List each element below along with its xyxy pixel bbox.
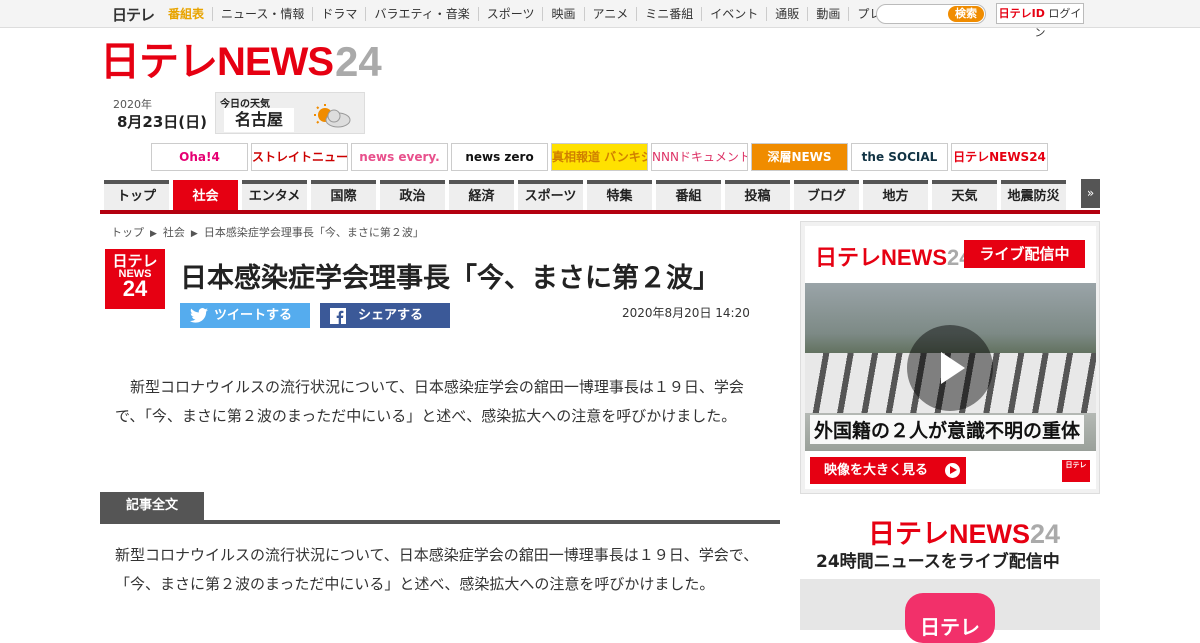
program-banner[interactable]: news zero bbox=[451, 143, 548, 171]
full-text-tab[interactable]: 記事全文 bbox=[100, 492, 204, 520]
nav-more-button[interactable]: » bbox=[1081, 179, 1100, 208]
promo-logo-number: 24 bbox=[1030, 519, 1061, 549]
article-body: 新型コロナウイルスの流行状況について、日本感染症学会の舘田一博理事長は１９日、学… bbox=[115, 546, 759, 593]
play-circle-icon bbox=[945, 463, 960, 478]
promo-logo[interactable]: 日テレNEWS24 bbox=[868, 512, 1060, 551]
tab-economy[interactable]: 経済 bbox=[449, 180, 514, 210]
tab-politics[interactable]: 政治 bbox=[380, 180, 445, 210]
watch-large-button[interactable]: 映像を大きく見る bbox=[810, 457, 966, 484]
live-logo: 日テレNEWS24 bbox=[815, 240, 972, 272]
ntv-id-logo: 日テレID bbox=[998, 7, 1045, 20]
publish-date: 2020年8月20日 14:20 bbox=[622, 306, 750, 320]
chevron-right-icon: ▶ bbox=[150, 229, 157, 239]
breadcrumb: トップ ▶ 社会 ▶ 日本感染症学会理事長「今、まさに第２波」 bbox=[111, 224, 424, 240]
article-title: 日本感染症学会理事長「今、まさに第２波」 bbox=[180, 263, 720, 294]
tab-disaster[interactable]: 地震防災 bbox=[1001, 180, 1066, 210]
program-banner[interactable]: ストレイトニュース bbox=[251, 143, 348, 171]
app-icon[interactable]: 日テレ bbox=[905, 593, 995, 643]
weather-widget[interactable]: 今日の天気 名古屋 bbox=[215, 92, 365, 134]
global-nav-item[interactable]: ミニ番組 bbox=[636, 7, 701, 21]
tab-sports[interactable]: スポーツ bbox=[518, 180, 583, 210]
nav-divider bbox=[100, 210, 1100, 214]
global-nav-item[interactable]: ドラマ bbox=[312, 7, 365, 21]
global-nav: 番組表 ニュース・情報 ドラマ バラエティ・音楽 スポーツ 映画 アニメ ミニ番… bbox=[160, 0, 925, 28]
tab-weather[interactable]: 天気 bbox=[932, 180, 997, 210]
full-text-divider bbox=[100, 520, 780, 524]
tab-entertainment[interactable]: エンタメ bbox=[242, 180, 307, 210]
global-nav-item[interactable]: 動画 bbox=[807, 7, 848, 21]
tab-programs[interactable]: 番組 bbox=[656, 180, 721, 210]
current-date: 8月23日(日) bbox=[117, 113, 208, 131]
weather-city: 名古屋 bbox=[224, 108, 294, 132]
ntv-small-logo: 日テレ bbox=[1062, 460, 1090, 482]
live-logo-text: 日テレNEWS bbox=[815, 245, 948, 270]
global-nav-item[interactable]: 映画 bbox=[542, 7, 583, 21]
watch-label: 映像を大きく見る bbox=[824, 463, 929, 478]
facebook-icon bbox=[330, 308, 346, 324]
chevron-right-icon: ▶ bbox=[190, 229, 198, 239]
breadcrumb-item[interactable]: 社会 bbox=[163, 226, 185, 239]
search-button[interactable]: 検索 bbox=[948, 6, 984, 22]
global-nav-item[interactable]: バラエティ・音楽 bbox=[365, 7, 477, 21]
program-banner[interactable]: Oha!4 bbox=[151, 143, 248, 171]
tab-international[interactable]: 国際 bbox=[311, 180, 376, 210]
article-logo-num: 24 bbox=[122, 276, 148, 301]
facebook-share-button[interactable]: シェアする bbox=[320, 303, 450, 328]
tab-blog[interactable]: ブログ bbox=[794, 180, 859, 210]
article-source-logo: 日テレ NEWS 24 bbox=[105, 249, 165, 309]
login-button[interactable]: 日テレID ログイン bbox=[996, 3, 1084, 39]
article-lead: 新型コロナウイルスの流行状況について、日本感染症学会の舘田一博理事長は１９日、学… bbox=[115, 373, 765, 431]
program-banner[interactable]: 真相報道 バンキシャ! bbox=[551, 143, 648, 171]
live-badge: ライブ配信中 bbox=[964, 240, 1085, 268]
current-year: 2020年 bbox=[113, 98, 152, 111]
video-caption: 外国籍の２人が意識不明の重体 bbox=[810, 415, 1085, 444]
app-icon-label: 日テレ bbox=[920, 615, 980, 639]
program-banner[interactable]: NNNドキュメント'20 bbox=[651, 143, 748, 171]
tweet-label: ツイートする bbox=[214, 308, 293, 323]
site-logo[interactable]: 日テレNEWS 24 bbox=[100, 38, 382, 85]
program-banner[interactable]: the SOCIAL bbox=[851, 143, 948, 171]
promo-logo-text: 日テレNEWS bbox=[868, 519, 1030, 549]
breadcrumb-current: 日本感染症学会理事長「今、まさに第２波」 bbox=[203, 226, 424, 239]
global-nav-item[interactable]: 通販 bbox=[766, 7, 807, 21]
promo-subtitle: 24時間ニュースをライブ配信中 bbox=[816, 552, 1060, 572]
article-logo-top: 日テレ bbox=[112, 253, 158, 270]
global-header: 日テレ 番組表 ニュース・情報 ドラマ バラエティ・音楽 スポーツ 映画 アニメ… bbox=[0, 0, 1200, 39]
section-nav: トップ 社会 エンタメ 国際 政治 経済 スポーツ 特集 番組 投稿 ブログ 地… bbox=[104, 180, 1066, 210]
play-icon[interactable] bbox=[907, 325, 993, 411]
program-banner[interactable]: 日テレNEWS24 bbox=[951, 143, 1048, 171]
twitter-icon bbox=[190, 308, 208, 323]
site-logo-text: 日テレNEWS bbox=[100, 40, 334, 84]
sun-cloud-icon bbox=[314, 104, 351, 128]
global-nav-item[interactable]: スポーツ bbox=[477, 7, 543, 21]
tab-submissions[interactable]: 投稿 bbox=[725, 180, 790, 210]
breadcrumb-item[interactable]: トップ bbox=[111, 226, 144, 239]
tab-top[interactable]: トップ bbox=[104, 180, 169, 210]
global-nav-item[interactable]: 番組表 bbox=[160, 7, 212, 21]
share-label: シェアする bbox=[358, 308, 424, 323]
tab-features[interactable]: 特集 bbox=[587, 180, 652, 210]
article-lead-text: 新型コロナウイルスの流行状況について、日本感染症学会の舘田一博理事長は１９日、学… bbox=[115, 378, 744, 425]
tweet-button[interactable]: ツイートする bbox=[180, 303, 310, 328]
program-banner[interactable]: news every. bbox=[351, 143, 448, 171]
site-logo-number: 24 bbox=[335, 38, 382, 85]
program-banner[interactable]: 深層NEWS bbox=[751, 143, 848, 171]
global-nav-item[interactable]: イベント bbox=[701, 7, 766, 21]
program-banners: Oha!4 ストレイトニュース news every. news zero 真相… bbox=[151, 143, 1048, 171]
tab-regional[interactable]: 地方 bbox=[863, 180, 928, 210]
ntv-logo[interactable]: 日テレ bbox=[112, 4, 155, 25]
tab-society[interactable]: 社会 bbox=[173, 180, 238, 210]
global-nav-item[interactable]: アニメ bbox=[583, 7, 637, 21]
global-nav-item[interactable]: ニュース・情報 bbox=[212, 7, 312, 21]
